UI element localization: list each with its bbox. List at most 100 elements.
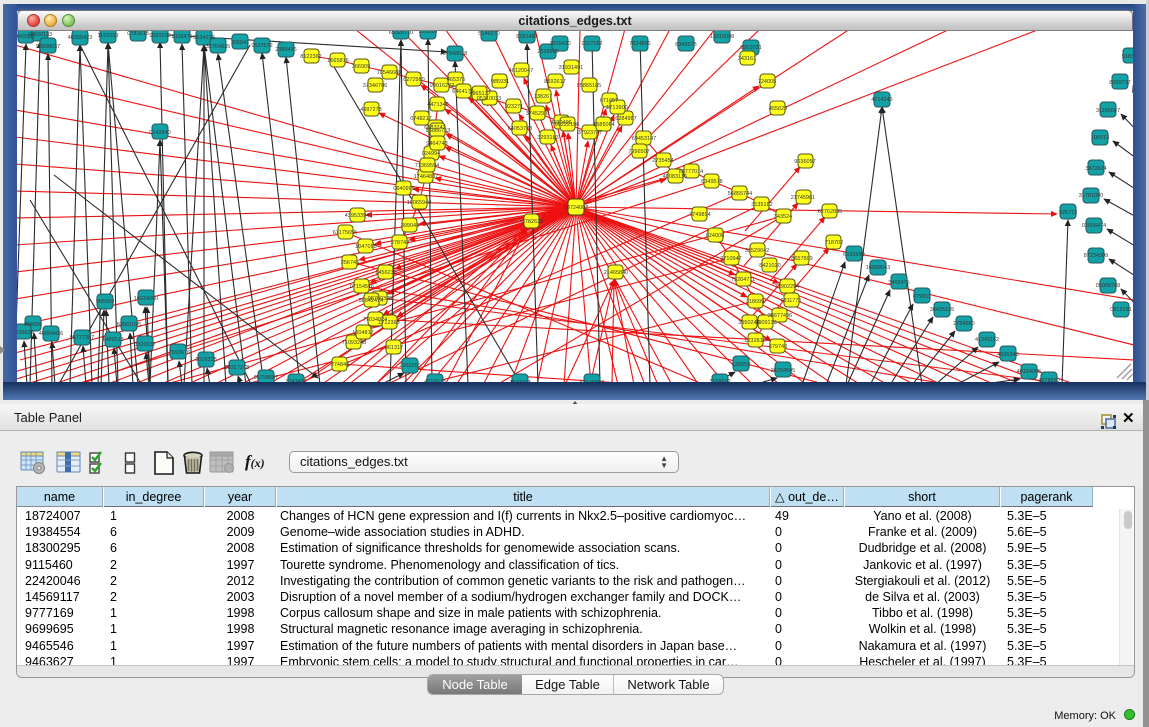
svg-text:3320037: 3320037: [134, 342, 155, 348]
svg-text:83561595: 83561595: [117, 322, 141, 328]
svg-text:05009788: 05009788: [1096, 283, 1120, 289]
svg-text:3293183: 3293183: [537, 135, 558, 141]
svg-text:326773: 326773: [1059, 210, 1077, 216]
svg-text:31931491: 31931491: [559, 65, 583, 71]
svg-text:99016272: 99016272: [430, 83, 454, 89]
svg-text:343524: 343524: [774, 214, 792, 220]
svg-text:518347: 518347: [1122, 54, 1133, 60]
svg-text:67175655: 67175655: [333, 230, 357, 236]
svg-text:4997278: 4997278: [360, 107, 381, 113]
svg-text:8299737: 8299737: [1109, 80, 1130, 86]
svg-text:4714345: 4714345: [871, 97, 892, 103]
svg-text:679740: 679740: [769, 344, 787, 350]
svg-text:46804436: 46804436: [39, 331, 63, 337]
svg-text:38425135: 38425135: [930, 307, 954, 313]
svg-text:3135182: 3135182: [751, 202, 772, 208]
svg-text:718702: 718702: [825, 240, 843, 246]
svg-text:1456232: 1456232: [375, 270, 396, 276]
svg-text:40164005: 40164005: [1017, 369, 1041, 375]
svg-text:83777014: 83777014: [679, 169, 703, 175]
svg-text:3158692: 3158692: [709, 379, 730, 382]
svg-text:41241182: 41241182: [975, 337, 999, 343]
svg-text:1316475: 1316475: [171, 34, 192, 40]
svg-text:484656: 484656: [24, 322, 42, 328]
svg-text:6349578: 6349578: [701, 179, 722, 185]
svg-text:54145868: 54145868: [580, 380, 604, 382]
svg-text:6811775: 6811775: [780, 298, 801, 304]
svg-text:7824896: 7824896: [629, 41, 650, 47]
svg-text:274846: 274846: [331, 362, 349, 368]
svg-text:46120047: 46120047: [509, 68, 533, 74]
svg-text:08317278: 08317278: [225, 365, 249, 371]
svg-text:2016328: 2016328: [195, 357, 216, 363]
svg-text:5146270: 5146270: [478, 31, 499, 37]
svg-text:9464743: 9464743: [426, 141, 447, 147]
svg-text:138267: 138267: [534, 94, 552, 100]
svg-text:65328710: 65328710: [389, 31, 413, 36]
svg-text:3749894: 3749894: [689, 212, 710, 218]
svg-text:3462475: 3462475: [888, 280, 909, 286]
svg-text:71902294: 71902294: [775, 284, 799, 290]
svg-text:1604817: 1604817: [352, 330, 373, 336]
svg-text:17693676: 17693676: [166, 350, 190, 356]
svg-text:37923747: 37923747: [578, 130, 602, 136]
svg-text:62702895: 62702895: [818, 209, 842, 215]
svg-text:128059: 128059: [732, 362, 750, 368]
svg-text:1047095: 1047095: [355, 244, 376, 250]
svg-text:2735454: 2735454: [652, 158, 673, 164]
svg-text:8236629: 8236629: [17, 330, 34, 336]
svg-text:1712368: 1712368: [378, 320, 399, 326]
svg-text:19065940: 19065940: [407, 200, 431, 206]
svg-text:8346578: 8346578: [675, 42, 696, 48]
svg-text:1232812: 1232812: [744, 338, 765, 344]
svg-text:2528809: 2528809: [537, 49, 558, 55]
svg-text:1665876: 1665876: [327, 58, 348, 64]
svg-text:9537672: 9537672: [251, 43, 272, 49]
svg-text:31781080: 31781080: [1079, 193, 1103, 199]
svg-text:0142940: 0142940: [149, 130, 170, 136]
svg-text:724005: 724005: [758, 79, 776, 85]
svg-text:0640909: 0640909: [393, 186, 414, 192]
svg-text:9117182: 9117182: [581, 41, 602, 47]
svg-text:278742: 278742: [391, 240, 409, 246]
svg-text:17464887: 17464887: [414, 174, 438, 180]
svg-text:97848018: 97848018: [443, 51, 467, 57]
svg-text:95798687: 95798687: [254, 375, 278, 381]
svg-text:2388496: 2388496: [275, 47, 296, 53]
svg-text:7015430: 7015430: [549, 41, 570, 47]
svg-text:079911: 079911: [913, 294, 931, 300]
svg-text:3872624: 3872624: [1085, 166, 1106, 172]
svg-text:455623: 455623: [769, 106, 787, 112]
svg-text:64053773: 64053773: [508, 126, 532, 132]
svg-text:226916: 226916: [419, 31, 437, 35]
svg-text:8122362: 8122362: [300, 54, 321, 60]
svg-text:1161559: 1161559: [97, 33, 118, 39]
svg-text:965569: 965569: [96, 299, 114, 305]
svg-text:923271: 923271: [505, 104, 523, 110]
svg-text:106513: 106513: [1091, 135, 1109, 141]
svg-text:8692617: 8692617: [544, 79, 565, 85]
svg-text:71093248: 71093248: [342, 340, 366, 346]
svg-text:9301031: 9301031: [740, 45, 761, 51]
svg-text:7743487: 7743487: [285, 379, 306, 382]
svg-text:4935348: 4935348: [997, 352, 1018, 358]
svg-text:8281489: 8281489: [516, 34, 537, 40]
svg-text:18724007: 18724007: [564, 205, 588, 211]
svg-text:3950240: 3950240: [738, 320, 759, 326]
svg-text:8657809: 8657809: [791, 256, 812, 262]
svg-text:16998543: 16998543: [866, 265, 890, 271]
svg-text:4278680: 4278680: [1038, 378, 1059, 382]
svg-text:13315098: 13315098: [710, 34, 734, 40]
svg-text:985931: 985931: [491, 79, 509, 85]
svg-text:69453147: 69453147: [632, 136, 656, 142]
svg-text:366909: 366909: [352, 64, 370, 70]
svg-text:1489513: 1489513: [102, 337, 123, 343]
svg-text:7996507: 7996507: [628, 149, 649, 155]
svg-text:5534192: 5534192: [193, 35, 214, 41]
svg-text:399049: 399049: [401, 223, 419, 229]
svg-text:38677496: 38677496: [768, 313, 792, 319]
svg-text:02606474: 02606474: [1082, 223, 1106, 229]
svg-text:6193990: 6193990: [843, 252, 864, 258]
svg-text:43953394: 43953394: [345, 213, 369, 219]
svg-text:7543303: 7543303: [509, 380, 530, 382]
